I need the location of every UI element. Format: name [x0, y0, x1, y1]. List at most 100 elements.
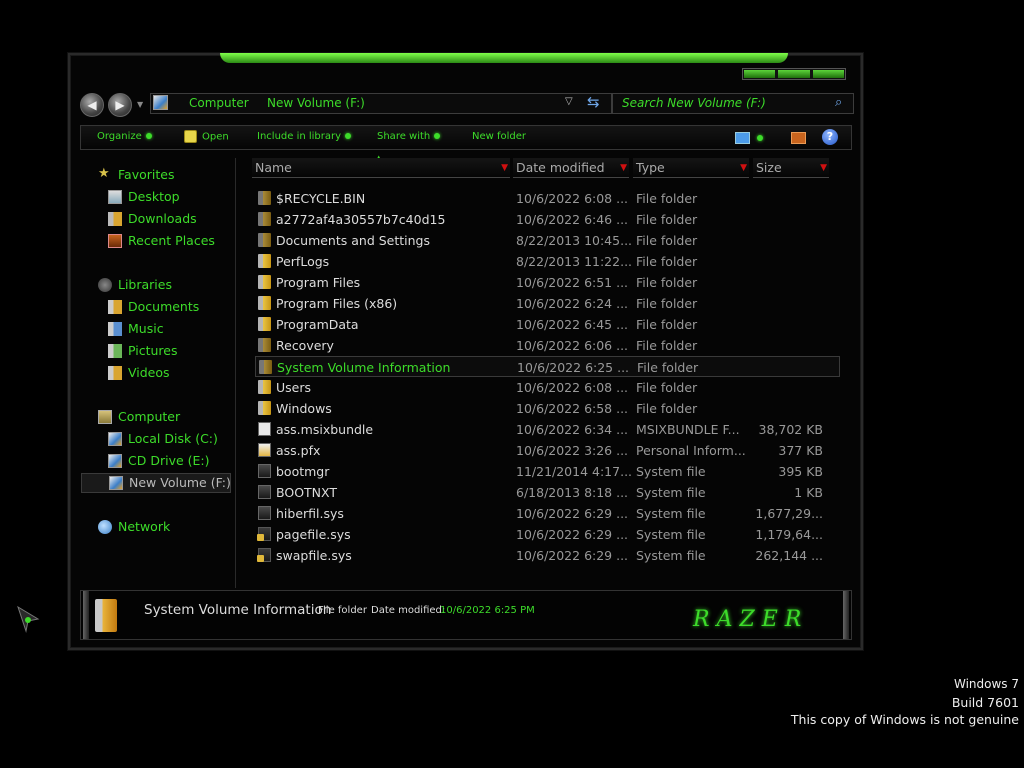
sidebar-item-recent-places[interactable]: Recent Places — [80, 231, 230, 251]
file-type: File folder — [636, 317, 698, 332]
view-options-icon[interactable] — [735, 132, 750, 144]
file-row[interactable]: Users 10/6/2022 6:08 ... File folder — [255, 377, 840, 398]
column-filter-icon[interactable]: ▼ — [620, 158, 627, 178]
column-label: Name — [255, 160, 292, 175]
downloads-folder-icon — [108, 212, 122, 226]
file-type: File folder — [636, 275, 698, 290]
close-button[interactable] — [812, 70, 844, 78]
column-header-name[interactable]: Name ▼ — [252, 158, 510, 178]
breadcrumb-computer[interactable]: Computer — [189, 96, 249, 110]
column-filter-icon[interactable]: ▼ — [820, 158, 827, 178]
search-input[interactable] — [613, 94, 837, 111]
file-row[interactable]: ass.msixbundle 10/6/2022 6:34 ... MSIXBUND… — [255, 419, 840, 440]
file-size: 38,702 KB — [758, 422, 823, 437]
help-icon[interactable]: ? — [822, 129, 838, 145]
file-name: swapfile.sys — [276, 548, 352, 563]
libraries-icon — [98, 278, 112, 292]
drive-icon — [109, 476, 123, 490]
back-button[interactable]: ◀ — [80, 93, 104, 117]
sidebar-label: Libraries — [118, 277, 172, 292]
file-name: BOOTNXT — [276, 485, 337, 500]
refresh-icon[interactable]: ⇆ — [587, 93, 600, 111]
sidebar-label: Local Disk (C:) — [128, 431, 218, 446]
sidebar-item-music[interactable]: Music — [80, 319, 230, 339]
sidebar-item-pictures[interactable]: Pictures — [80, 341, 230, 361]
folder-icon — [95, 599, 117, 632]
drive-icon — [108, 432, 122, 446]
forward-button[interactable]: ▶ — [108, 93, 132, 117]
file-row[interactable]: ass.pfx 10/6/2022 3:26 ... Personal Inform… — [255, 440, 840, 461]
address-dropdown-icon[interactable]: ▽ — [565, 96, 573, 107]
file-name: System Volume Information — [277, 360, 451, 375]
file-size: 1 KB — [794, 485, 823, 500]
view-dropdown-dot-icon[interactable] — [757, 135, 763, 141]
file-row[interactable]: bootmgr 11/21/2014 4:17... System file 395 … — [255, 461, 840, 482]
file-type: File folder — [637, 360, 699, 375]
new-folder-button[interactable]: New folder — [472, 131, 526, 142]
back-arrow-icon: ◀ — [87, 98, 97, 112]
file-row[interactable]: pagefile.sys 10/6/2022 6:29 ... System fil… — [255, 524, 840, 545]
file-row[interactable]: ProgramData 10/6/2022 6:45 ... File folder — [255, 314, 840, 335]
forward-arrow-icon: ▶ — [115, 98, 125, 112]
file-name: Program Files (x86) — [276, 296, 398, 311]
sidebar-item-favorites[interactable]: ★ Favorites — [80, 165, 230, 185]
open-label: Open — [202, 131, 229, 143]
column-filter-icon[interactable]: ▼ — [740, 158, 747, 178]
file-row[interactable]: Windows 10/6/2022 6:58 ... File folder — [255, 398, 840, 419]
search-box[interactable]: ⌕ — [612, 93, 854, 114]
minimize-button[interactable] — [744, 70, 776, 78]
include-label: Include in library — [257, 131, 342, 142]
share-label: Share with — [377, 131, 431, 142]
sidebar-item-documents[interactable]: Documents — [80, 297, 230, 317]
dropdown-dot-icon — [434, 133, 441, 139]
column-header-size[interactable]: Size ▼ — [753, 158, 829, 178]
sidebar-item-local-disk[interactable]: Local Disk (C:) — [80, 429, 230, 449]
music-icon — [108, 322, 122, 336]
sidebar-item-network[interactable]: Network — [80, 517, 230, 537]
file-row[interactable]: PerfLogs 8/22/2013 11:22... File folder — [255, 251, 840, 272]
file-date: 6/18/2013 8:18 ... — [516, 485, 629, 500]
search-icon[interactable]: ⌕ — [835, 95, 842, 110]
file-date: 8/22/2013 11:22... — [516, 254, 633, 269]
title-glow — [220, 53, 788, 63]
file-row[interactable]: $RECYCLE.BIN 10/6/2022 6:08 ... File folde… — [255, 188, 840, 209]
sidebar-item-computer[interactable]: Computer — [80, 407, 230, 427]
file-date: 10/6/2022 6:58 ... — [516, 401, 629, 416]
column-filter-icon[interactable]: ▼ — [501, 158, 508, 178]
address-bar[interactable]: Computer New Volume (F:) ▽ ⇆ — [150, 93, 612, 114]
file-row[interactable]: swapfile.sys 10/6/2022 6:29 ... System fil… — [255, 545, 840, 566]
column-header-date[interactable]: Date modified ▼ — [513, 158, 629, 178]
sidebar-item-new-volume[interactable]: New Volume (F:) — [81, 473, 231, 493]
file-row[interactable]: BOOTNXT 6/18/2013 8:18 ... System file 1 KB — [255, 482, 840, 503]
file-name: bootmgr — [276, 464, 330, 479]
share-with-button[interactable]: Share with — [377, 131, 441, 142]
preview-pane-icon[interactable] — [791, 132, 806, 144]
sidebar-item-cd-drive[interactable]: CD Drive (E:) — [80, 451, 230, 471]
file-row[interactable]: hiberfil.sys 10/6/2022 6:29 ... System fil… — [255, 503, 840, 524]
column-header-type[interactable]: Type ▼ — [633, 158, 749, 178]
file-row[interactable]: Documents and Settings 8/22/2013 10:45...… — [255, 230, 840, 251]
include-in-library-button[interactable]: Include in library — [257, 131, 352, 142]
desktop-shortcut-icon[interactable] — [16, 605, 40, 633]
file-row[interactable]: Recovery 10/6/2022 6:06 ... File folder — [255, 335, 840, 356]
file-row[interactable]: Program Files 10/6/2022 6:51 ... File fold… — [255, 272, 840, 293]
locked-folder-icon — [259, 360, 272, 374]
command-bar: Organize Open Include in library Share w… — [80, 125, 852, 150]
navigation-pane: ★ Favorites Desktop Downloads Recent Pla… — [80, 158, 236, 588]
organize-button[interactable]: Organize — [97, 131, 152, 142]
file-type: File folder — [636, 380, 698, 395]
sidebar-item-videos[interactable]: Videos — [80, 363, 230, 383]
open-button[interactable]: Open — [184, 130, 229, 143]
file-date: 10/6/2022 6:29 ... — [516, 506, 629, 521]
file-row[interactable]: Program Files (x86) 10/6/2022 6:24 ... Fil… — [255, 293, 840, 314]
sidebar-item-libraries[interactable]: Libraries — [80, 275, 230, 295]
file-row[interactable]: a2772af4a30557b7c40d15 10/6/2022 6:46 ...… — [255, 209, 840, 230]
file-type: System file — [636, 485, 706, 500]
recent-pages-chevron-icon[interactable]: ▼ — [137, 100, 143, 109]
file-row[interactable]: System Volume Information 10/6/2022 6:25 … — [255, 356, 840, 377]
sidebar-item-downloads[interactable]: Downloads — [80, 209, 230, 229]
breadcrumb-new-volume[interactable]: New Volume (F:) — [267, 96, 365, 110]
maximize-button[interactable] — [778, 70, 810, 78]
file-type: File folder — [636, 338, 698, 353]
sidebar-item-desktop[interactable]: Desktop — [80, 187, 230, 207]
